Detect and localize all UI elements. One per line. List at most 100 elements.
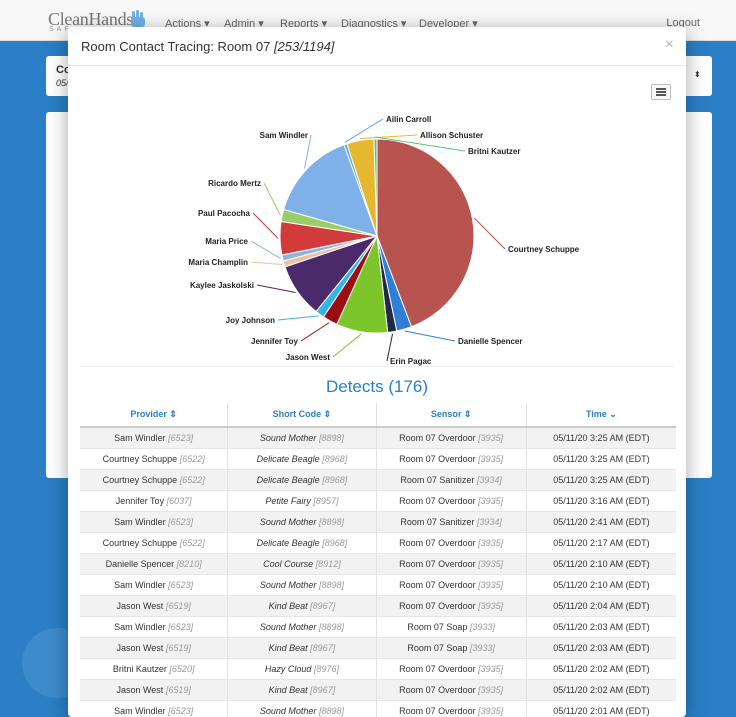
modal-title: Room Contact Tracing: Room 07 [253/1194] [81, 39, 335, 54]
close-icon[interactable]: × [665, 36, 674, 54]
sensor-cell: Room 07 Sanitizer [3934] [376, 469, 527, 491]
pie-label: Kaylee Jaskolski [190, 281, 254, 290]
provider-cell: Sam Windler [6523] [80, 574, 229, 596]
pie-connector [252, 212, 279, 239]
pie-connector [250, 261, 283, 266]
pie-label: Paul Pacocha [198, 209, 251, 218]
contact-pie-chart: Courtney Schuppe Danielle Spencer Erin Pag… [188, 115, 580, 366]
pie-connector [359, 134, 418, 139]
sensor-cell: Room 07 Overdoor [3935] [376, 553, 527, 575]
pie-label: Joy Johnson [226, 316, 275, 325]
provider-cell: Courtney Schuppe [6522] [80, 532, 229, 554]
pie-connector [256, 284, 296, 294]
section-divider [80, 366, 674, 367]
provider-cell: Sam Windler [6523] [80, 511, 229, 533]
short-code-cell: Delicate Beagle [8968] [227, 448, 377, 470]
pie-label: Ailin Carroll [386, 115, 431, 124]
table-row[interactable]: Sam Windler [6523] Sound Mother [8898] Roo… [80, 700, 676, 717]
sensor-cell: Room 07 Overdoor [3935] [376, 700, 527, 717]
short-code-cell: Delicate Beagle [8968] [227, 469, 377, 491]
short-code-cell: Sound Mother [8898] [227, 511, 377, 533]
detects-table: Provider ⇕ Short Code ⇕ Sensor ⇕ Time ⌄ … [80, 403, 676, 717]
pie-connector [250, 240, 281, 259]
provider-cell: Jason West [6519] [80, 637, 229, 659]
time-cell: 05/11/20 2:10 AM (EDT) [526, 574, 676, 596]
short-code-cell: Sound Mother [8898] [227, 616, 377, 638]
short-code-cell: Sound Mother [8898] [227, 574, 377, 596]
time-cell: 05/11/20 3:25 AM (EDT) [526, 448, 676, 470]
sensor-cell: Room 07 Soap [3933] [376, 616, 527, 638]
short-code-cell: Hazy Cloud [8976] [227, 658, 377, 680]
table-row[interactable]: Courtney Schuppe [6522] Delicate Beagle [… [80, 448, 676, 470]
table-row[interactable]: Sam Windler [6523] Sound Mother [8898] Roo… [80, 427, 676, 449]
table-row[interactable]: Jason West [6519] Kind Beat [8967] Room 07… [80, 595, 676, 617]
provider-cell: Sam Windler [6523] [80, 616, 229, 638]
short-code-cell: Cool Course [8912] [227, 553, 377, 575]
background-card-sub: 05/ [56, 78, 69, 88]
pie-label: Maria Champlin [188, 258, 248, 267]
pie-label: Courtney Schuppe [508, 245, 580, 254]
header-sensor[interactable]: Sensor ⇕ [376, 403, 527, 428]
pie-connector [404, 330, 456, 342]
table-row[interactable]: Sam Windler [6523] Sound Mother [8898] Roo… [80, 616, 676, 638]
sensor-cell: Room 07 Soap [3933] [376, 637, 527, 659]
table-row[interactable]: Sam Windler [6523] Sound Mother [8898] Roo… [80, 574, 676, 596]
provider-cell: Sam Windler [6523] [80, 427, 229, 449]
sensor-cell: Room 07 Overdoor [3935] [376, 574, 527, 596]
sensor-cell: Room 07 Sanitizer [3934] [376, 511, 527, 533]
sensor-cell: Room 07 Overdoor [3935] [376, 490, 527, 512]
table-row[interactable]: Britni Kautzer [6520] Hazy Cloud [8976] Ro… [80, 658, 676, 680]
time-cell: 05/11/20 2:03 AM (EDT) [526, 637, 676, 659]
short-code-cell: Kind Beat [8967] [227, 595, 377, 617]
time-cell: 05/11/20 2:04 AM (EDT) [526, 595, 676, 617]
pie-label: Jason West [286, 353, 331, 362]
time-cell: 05/11/20 2:41 AM (EDT) [526, 511, 676, 533]
header-time[interactable]: Time ⌄ [526, 403, 676, 428]
short-code-cell: Kind Beat [8967] [227, 637, 377, 659]
short-code-cell: Delicate Beagle [8968] [227, 532, 377, 554]
time-cell: 05/11/20 2:03 AM (EDT) [526, 616, 676, 638]
sensor-cell: Room 07 Overdoor [3935] [376, 658, 527, 680]
pie-label: Maria Price [205, 237, 248, 246]
pie-connector [300, 322, 330, 342]
provider-cell: Jason West [6519] [80, 679, 229, 701]
table-row[interactable]: Jason West [6519] Kind Beat [8967] Room 07… [80, 637, 676, 659]
pie-label: Ricardo Mertz [208, 179, 261, 188]
short-code-cell: Sound Mother [8898] [227, 700, 377, 717]
pie-label: Allison Schuster [420, 131, 483, 140]
time-cell: 05/11/20 3:25 AM (EDT) [526, 427, 676, 449]
table-row[interactable]: Courtney Schuppe [6522] Delicate Beagle [… [80, 469, 676, 491]
hand-logo-icon [131, 10, 145, 27]
provider-cell: Courtney Schuppe [6522] [80, 469, 229, 491]
table-row[interactable]: Jason West [6519] Kind Beat [8967] Room 07… [80, 679, 676, 701]
time-cell: 05/11/20 2:01 AM (EDT) [526, 700, 676, 717]
time-cell: 05/11/20 2:10 AM (EDT) [526, 553, 676, 575]
provider-cell: Sam Windler [6523] [80, 700, 229, 717]
table-row[interactable]: Jennifer Toy [6037] Petite Fairy [8957] Ro… [80, 490, 676, 512]
time-cell: 05/11/20 3:16 AM (EDT) [526, 490, 676, 512]
sensor-cell: Room 07 Overdoor [3935] [376, 532, 527, 554]
pie-label: Sam Windler [260, 131, 308, 140]
sensor-cell: Room 07 Overdoor [3935] [376, 595, 527, 617]
table-row[interactable]: Sam Windler [6523] Sound Mother [8898] Roo… [80, 511, 676, 533]
short-code-cell: Kind Beat [8967] [227, 679, 377, 701]
provider-cell: Danielle Spencer [8210] [80, 553, 229, 575]
sensor-cell: Room 07 Overdoor [3935] [376, 448, 527, 470]
sort-caret-icon: ⬍ [694, 70, 701, 79]
header-short-code[interactable]: Short Code ⇕ [227, 403, 377, 428]
provider-cell: Jason West [6519] [80, 595, 229, 617]
pie-connector [304, 134, 312, 169]
pie-connector [263, 182, 281, 216]
table-row[interactable]: Danielle Spencer [8210] Cool Course [8912… [80, 553, 676, 575]
provider-cell: Jennifer Toy [6037] [80, 490, 229, 512]
table-row[interactable]: Courtney Schuppe [6522] Delicate Beagle [… [80, 532, 676, 554]
pie-label: Danielle Spencer [458, 337, 522, 346]
time-cell: 05/11/20 3:25 AM (EDT) [526, 469, 676, 491]
short-code-cell: Sound Mother [8898] [227, 427, 377, 449]
header-provider[interactable]: Provider ⇕ [80, 403, 229, 428]
short-code-cell: Petite Fairy [8957] [227, 490, 377, 512]
time-cell: 05/11/20 2:02 AM (EDT) [526, 658, 676, 680]
modal-header: Room Contact Tracing: Room 07 [253/1194]… [68, 27, 686, 66]
pie-connector [277, 315, 319, 321]
sensor-cell: Room 07 Overdoor [3935] [376, 427, 527, 449]
